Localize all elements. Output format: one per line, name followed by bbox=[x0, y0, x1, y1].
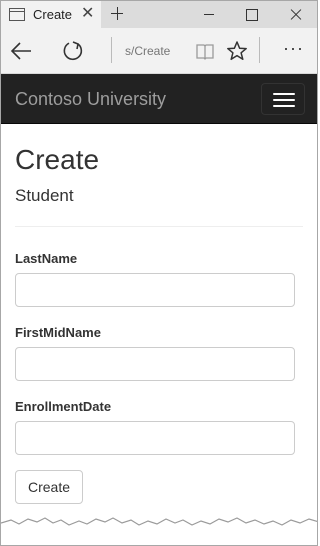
url-field[interactable]: s/Create bbox=[125, 44, 170, 58]
last-name-label: LastName bbox=[15, 251, 78, 266]
tab-title: Create bbox=[33, 7, 73, 22]
address-bar: s/Create ··· bbox=[1, 28, 317, 74]
site-navbar: Contoso University bbox=[1, 74, 317, 124]
torn-edge bbox=[1, 517, 317, 545]
page-title: Create bbox=[15, 144, 100, 175]
browser-tab-icon bbox=[9, 8, 25, 21]
browser-window: Create ✕ s/Create ··· Contoso University… bbox=[0, 0, 318, 546]
first-mid-name-input[interactable] bbox=[15, 347, 295, 381]
address-divider bbox=[111, 37, 112, 63]
close-icon[interactable]: ✕ bbox=[81, 4, 94, 24]
divider bbox=[15, 226, 303, 227]
tab-strip: Create ✕ bbox=[1, 1, 317, 28]
first-mid-name-label: FirstMidName bbox=[15, 325, 101, 340]
reading-view-icon[interactable] bbox=[195, 42, 215, 60]
back-arrow-icon[interactable] bbox=[9, 40, 35, 62]
brand-link[interactable]: Contoso University bbox=[15, 89, 166, 110]
enrollment-date-label: EnrollmentDate bbox=[15, 399, 112, 414]
page-subtitle: Student bbox=[15, 186, 74, 205]
hamburger-icon bbox=[273, 93, 295, 95]
star-icon[interactable] bbox=[226, 40, 248, 62]
navbar-toggle-button[interactable] bbox=[261, 83, 305, 115]
enrollment-date-input[interactable] bbox=[15, 421, 295, 455]
browser-tab[interactable]: Create ✕ bbox=[1, 1, 101, 28]
more-icon[interactable]: ··· bbox=[283, 38, 304, 59]
last-name-input[interactable] bbox=[15, 273, 295, 307]
window-close-icon[interactable] bbox=[275, 1, 315, 28]
refresh-icon[interactable] bbox=[61, 39, 85, 63]
plus-icon[interactable] bbox=[107, 3, 127, 25]
address-divider-2 bbox=[259, 37, 260, 63]
minimize-icon[interactable] bbox=[189, 1, 229, 28]
create-button[interactable]: Create bbox=[15, 470, 83, 504]
maximize-icon[interactable] bbox=[231, 1, 271, 28]
